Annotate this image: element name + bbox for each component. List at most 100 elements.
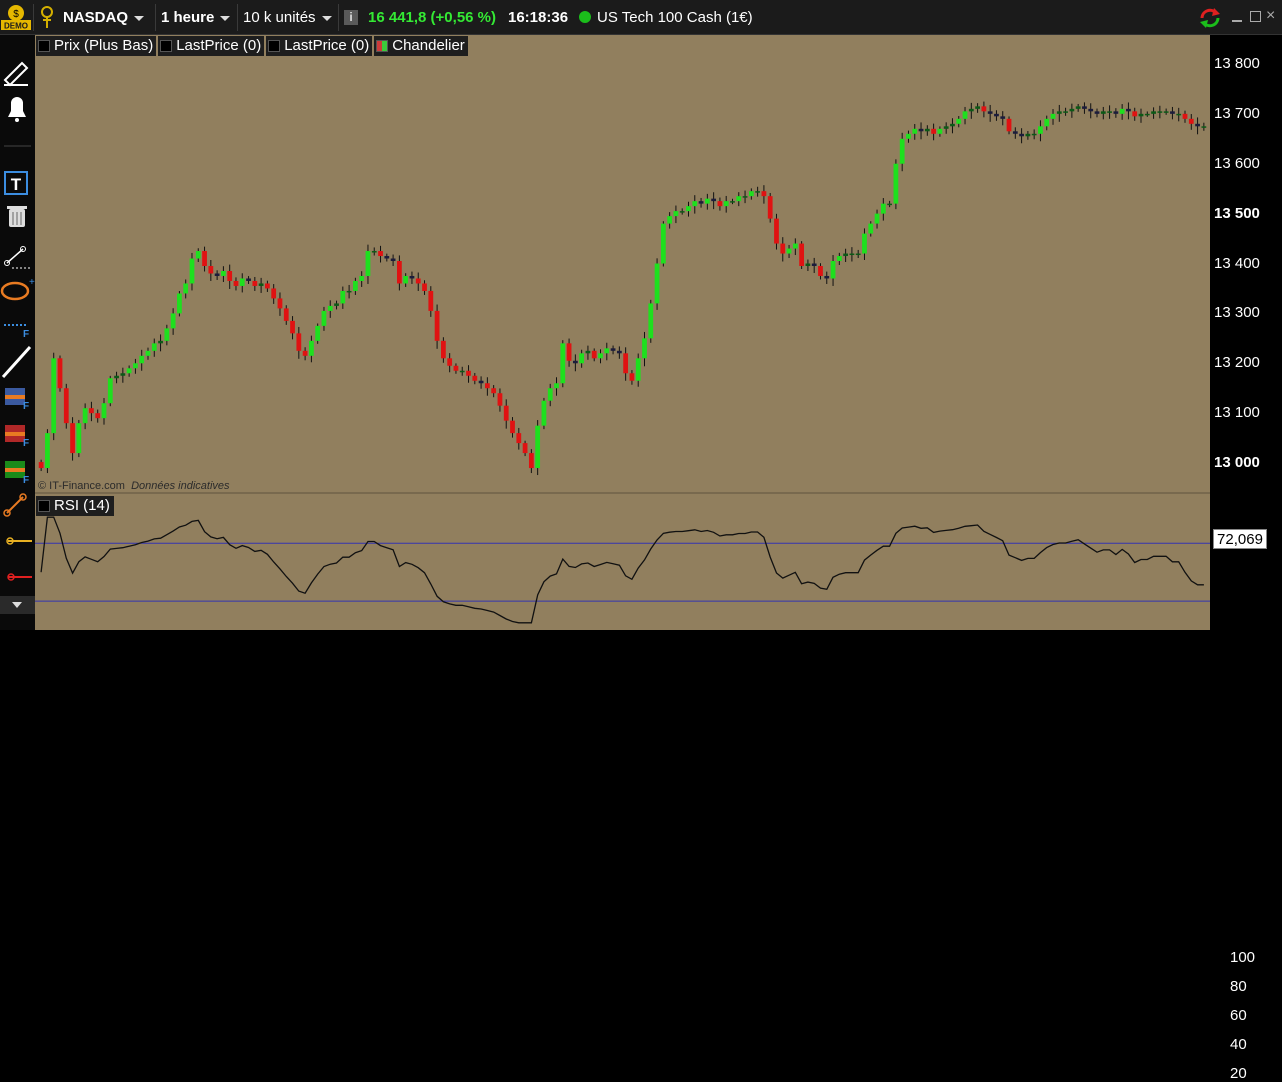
candle-body: [415, 278, 421, 284]
candle-body: [836, 256, 842, 262]
data-source-note: © IT-Finance.com Données indicatives: [38, 480, 230, 492]
fan-tool-icon[interactable]: F: [5, 461, 29, 486]
candle-body: [560, 343, 566, 384]
chevron-down-icon: [134, 15, 145, 21]
candle-body: [321, 310, 327, 326]
candle-body: [466, 370, 471, 376]
hline-tool-icon[interactable]: [6, 537, 32, 545]
timeframe-selector[interactable]: 1 heure: [161, 0, 231, 35]
line-tool-icon[interactable]: [4, 246, 31, 269]
candle-body: [158, 340, 163, 344]
maximize-icon[interactable]: [1250, 11, 1261, 22]
candle-body: [692, 201, 698, 207]
candle-body: [1050, 113, 1056, 119]
candle-body: [1069, 108, 1075, 112]
price-tick-label: 13 500: [1214, 204, 1260, 222]
candle-body: [855, 253, 861, 256]
chart-background: [35, 35, 1210, 630]
rsi-axis[interactable]: 100 80 60 40 20: [1210, 493, 1282, 1082]
minimize-icon[interactable]: [1232, 12, 1242, 22]
segment-tool-icon[interactable]: [3, 493, 27, 517]
candle-body: [214, 273, 220, 276]
close-icon[interactable]: ×: [1266, 7, 1280, 25]
legend-item-lastprice-1[interactable]: LastPrice (0): [158, 36, 265, 56]
candle-body: [38, 462, 44, 469]
trash-icon[interactable]: [7, 206, 27, 227]
candle-body: [120, 373, 126, 376]
candle-body: [239, 278, 245, 286]
candle-body: [774, 218, 779, 244]
price-chart[interactable]: [35, 35, 1210, 630]
candle-body: [233, 280, 239, 286]
horizontal-line-tool-icon[interactable]: F: [4, 324, 29, 340]
candle-body: [403, 275, 409, 284]
candle-body: [604, 348, 610, 354]
candle-body: [440, 340, 446, 359]
candle-body: [396, 261, 402, 284]
candle-body: [1195, 123, 1200, 127]
candle-body: [830, 261, 836, 279]
info-icon[interactable]: i: [344, 10, 358, 25]
candle-body: [956, 118, 962, 124]
candle-body: [516, 433, 522, 444]
legend-label: Prix (Plus Bas): [54, 37, 154, 54]
rsi-tick-label: 80: [1230, 977, 1247, 995]
candle-body: [912, 128, 918, 134]
refresh-icon[interactable]: [1198, 7, 1222, 29]
legend-item-low-price[interactable]: Prix (Plus Bas): [36, 36, 157, 56]
disclaimer-label: Données indicatives: [131, 480, 230, 492]
candle-body: [434, 310, 440, 341]
candle-body: [1038, 126, 1043, 134]
rsi-tick-label: 20: [1230, 1064, 1247, 1082]
bell-icon[interactable]: [0, 93, 35, 123]
fibonacci-tool-icon[interactable]: F: [5, 388, 29, 412]
trendline-tool-icon[interactable]: [1, 345, 32, 379]
candle-body: [893, 163, 899, 204]
pencil-icon[interactable]: [0, 56, 35, 87]
candle-body: [824, 275, 830, 279]
candle-body: [924, 128, 930, 132]
candle-body: [422, 283, 427, 291]
units-selector[interactable]: 10 k unités: [243, 0, 332, 35]
search-instrument-icon[interactable]: [37, 6, 57, 28]
candle-body: [1075, 106, 1081, 109]
candle-body: [334, 303, 339, 306]
candle-body: [208, 266, 214, 274]
candle-body: [510, 420, 515, 434]
chart-legend: Prix (Plus Bas) LastPrice (0) LastPrice …: [36, 36, 468, 56]
candle-body: [1113, 111, 1119, 114]
candle-body: [82, 408, 88, 424]
candle-body: [610, 348, 616, 351]
text-tool-icon[interactable]: T: [4, 171, 28, 195]
channel-tool-icon[interactable]: F: [5, 425, 29, 449]
candle-body: [711, 198, 717, 202]
rsi-legend[interactable]: RSI (14): [36, 496, 114, 516]
ellipse-tool-icon[interactable]: +: [0, 277, 35, 301]
candle-body: [1044, 118, 1050, 127]
candle-body: [755, 191, 761, 193]
legend-label: Chandelier: [392, 37, 465, 54]
svg-text:F: F: [23, 329, 29, 340]
candle-body: [648, 303, 654, 339]
legend-swatch: [38, 500, 50, 512]
candle-body: [252, 280, 258, 286]
candle-body: [1151, 111, 1156, 114]
candle-body: [522, 443, 528, 454]
chevron-down-icon: [220, 15, 231, 21]
candle-body: [1201, 126, 1207, 128]
candle-body: [1031, 133, 1037, 136]
ray-tool-icon[interactable]: [7, 573, 32, 581]
legend-item-candlestick[interactable]: Chandelier: [374, 36, 468, 56]
price-axis[interactable]: 13 800 13 700 13 600 13 500 13 400 13 300 13 2…: [1210, 35, 1282, 493]
instrument-name: NASDAQ: [63, 9, 129, 26]
legend-item-lastprice-2[interactable]: LastPrice (0): [266, 36, 373, 56]
candle-body: [164, 328, 170, 341]
candle-body: [667, 216, 673, 224]
instrument-selector[interactable]: NASDAQ: [63, 0, 145, 35]
candle-body: [472, 375, 478, 381]
candle-body: [503, 405, 509, 421]
candle-body: [453, 365, 459, 371]
market-open-icon: [579, 11, 591, 23]
svg-text:DEMO: DEMO: [4, 22, 28, 31]
scroll-down-icon[interactable]: [0, 596, 35, 614]
